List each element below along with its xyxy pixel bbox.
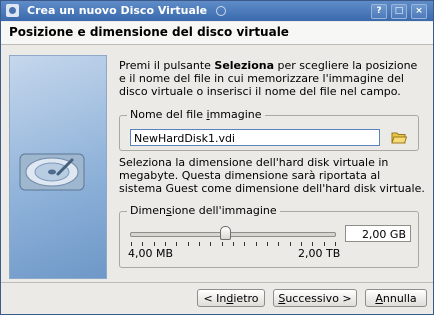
- file-name-input[interactable]: NewHardDisk1.vdi: [130, 129, 380, 146]
- size-description: Seleziona la dimensione dell'hard disk v…: [119, 156, 425, 195]
- slider-tick: [256, 242, 257, 246]
- back-button[interactable]: < Indietro: [197, 289, 265, 307]
- slider-tick: [199, 242, 200, 246]
- slider-tick: [131, 242, 132, 246]
- image-size-label: Dimensione dell'immagine: [127, 204, 280, 217]
- cancel-button[interactable]: Annulla: [365, 289, 427, 307]
- slider-tick: [312, 242, 313, 246]
- slider-tick: [222, 242, 223, 246]
- folder-open-icon[interactable]: [390, 129, 408, 146]
- slider-tick: [324, 242, 325, 246]
- next-button[interactable]: Successivo >: [273, 289, 357, 307]
- image-size-group: Dimensione dell'immagine 2,00 GB 4,00 MB…: [119, 204, 419, 268]
- slider-tick: [142, 242, 143, 246]
- sticky-pin-icon[interactable]: [216, 6, 226, 16]
- slider-tick: [278, 242, 279, 246]
- intro-text: Premi il pulsante Seleziona per sceglier…: [119, 59, 418, 98]
- slider-tick: [165, 242, 166, 246]
- wizard-window: Crea un nuovo Disco Virtuale ? □ × Posiz…: [0, 0, 434, 315]
- slider-tick: [301, 242, 302, 246]
- maximize-button[interactable]: □: [391, 4, 407, 19]
- app-icon[interactable]: [6, 4, 19, 17]
- slider-tick: [290, 242, 291, 246]
- slider-tick: [267, 242, 268, 246]
- slider-tick: [233, 242, 234, 246]
- slider-tick: [244, 242, 245, 246]
- size-slider-handle[interactable]: [219, 226, 231, 240]
- footer-divider: [1, 282, 433, 283]
- window-title: Crea un nuovo Disco Virtuale: [27, 4, 208, 17]
- slider-tick: [210, 242, 211, 246]
- size-slider[interactable]: [130, 232, 336, 237]
- page-header: Posizione e dimensione del disco virtual…: [1, 22, 433, 45]
- min-size-label: 4,00 MB: [128, 247, 174, 260]
- close-button[interactable]: ×: [411, 4, 427, 19]
- hard-disk-icon: [19, 153, 85, 191]
- title-bar[interactable]: Crea un nuovo Disco Virtuale ? □ ×: [1, 1, 433, 21]
- wizard-side-image: [9, 55, 107, 279]
- help-button[interactable]: ?: [371, 4, 387, 19]
- slider-tick: [188, 242, 189, 246]
- slider-tick: [154, 242, 155, 246]
- file-name-label: Nome del file immagine: [127, 108, 265, 121]
- content-area: Premi il pulsante Seleziona per sceglier…: [119, 59, 425, 98]
- page-title: Posizione e dimensione del disco virtual…: [9, 25, 289, 39]
- select-keyword: Seleziona: [214, 59, 275, 72]
- max-size-label: 2,00 TB: [298, 247, 341, 260]
- size-input[interactable]: 2,00 GB: [345, 225, 411, 242]
- slider-tick: [335, 242, 336, 246]
- file-name-group: Nome del file immagine NewHardDisk1.vdi: [119, 108, 419, 151]
- slider-tick: [176, 242, 177, 246]
